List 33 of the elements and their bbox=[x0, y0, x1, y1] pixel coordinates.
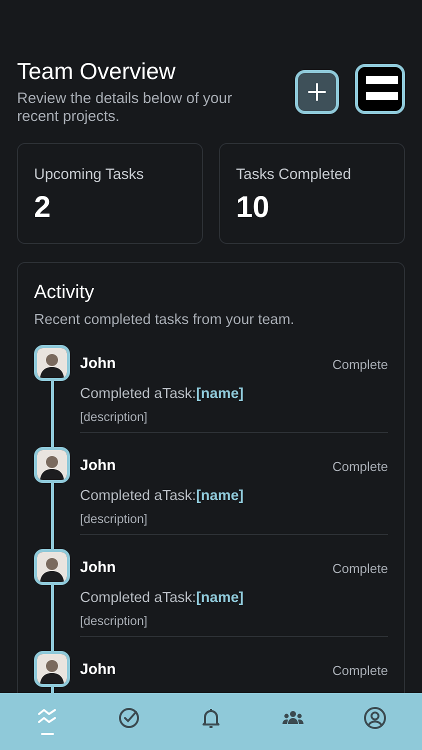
stat-value: 2 bbox=[34, 190, 52, 224]
timeline-line bbox=[50, 483, 54, 550]
status-text: Complete bbox=[332, 458, 388, 476]
user-name: John bbox=[80, 558, 116, 578]
user-name: John bbox=[80, 456, 116, 476]
user-name: John bbox=[80, 354, 116, 374]
page-title: Team Overview bbox=[17, 58, 176, 86]
menu-button[interactable] bbox=[355, 64, 405, 114]
task-description: [description] bbox=[80, 510, 148, 528]
avatar bbox=[34, 447, 70, 484]
avatar bbox=[34, 345, 70, 382]
profile-icon bbox=[363, 706, 387, 730]
status-text: Complete bbox=[332, 560, 388, 578]
stat-label: Tasks Completed bbox=[236, 165, 352, 186]
status-text: Complete bbox=[332, 356, 388, 374]
task-text: Completed aTask:[name] bbox=[80, 384, 245, 404]
check-circle-icon bbox=[117, 706, 141, 730]
task-description: [description] bbox=[80, 408, 148, 426]
avatar bbox=[34, 549, 70, 586]
stat-label: Upcoming Tasks bbox=[34, 165, 145, 186]
add-button[interactable] bbox=[295, 70, 339, 114]
section-title: Activity bbox=[34, 281, 96, 306]
section-subtitle: Recent completed tasks from your team. bbox=[34, 310, 296, 330]
task-text: Completed aTask:[name] bbox=[80, 486, 245, 506]
task-text: Completed aTask:[name] bbox=[80, 588, 245, 608]
timeline-line bbox=[50, 585, 54, 652]
status-text: Complete bbox=[332, 662, 388, 680]
stat-value: 10 bbox=[236, 190, 270, 224]
plus-icon bbox=[308, 83, 326, 101]
user-name: John bbox=[80, 660, 116, 680]
page-subtitle: Review the details below of your recent projects. bbox=[17, 90, 234, 128]
task-description: [description] bbox=[80, 612, 148, 630]
timeline-line bbox=[50, 381, 54, 448]
